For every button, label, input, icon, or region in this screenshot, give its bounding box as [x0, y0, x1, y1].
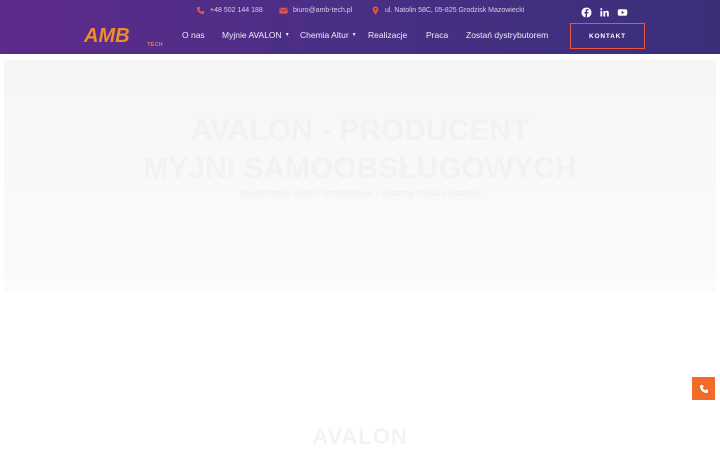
nav-item-label: Zostań dystrybutorem — [466, 30, 549, 40]
site-header: +48 502 144 188 biuro@amb-tech.pl ul. Na… — [0, 0, 720, 54]
facebook-icon[interactable] — [581, 7, 592, 18]
hero-title-line-2: MYJNI SAMOOBSŁUGOWYCH — [143, 152, 577, 185]
address-text: ul. Natolin 58C, 05-825 Grodzisk Mazowie… — [385, 7, 525, 14]
hero-title-line-1: AVALON - PRODUCENT — [190, 114, 530, 147]
nav-item-label: Myjnie AVALON — [222, 30, 282, 40]
location-pin-icon — [372, 6, 379, 15]
caret-down-icon: ▼ — [284, 32, 290, 38]
nav-item-chemia-altur[interactable]: Chemia Altur ▼ — [300, 30, 357, 40]
nav-item-label: Chemia Altur — [300, 30, 349, 40]
phone-icon — [196, 6, 205, 15]
contact-phone[interactable]: +48 502 144 188 — [196, 6, 263, 15]
nav-item-label: O nas — [182, 30, 205, 40]
nav-item-label: Praca — [426, 30, 449, 40]
phone-icon — [699, 384, 708, 393]
nav-item-label: Realizacje — [368, 30, 408, 40]
top-contact-bar: +48 502 144 188 biuro@amb-tech.pl ul. Na… — [0, 0, 720, 24]
site-logo[interactable]: AMB TECH — [84, 25, 166, 51]
nav-item-realizacje[interactable]: Realizacje — [368, 30, 407, 40]
nav-item-zostan-dystrybutorem[interactable]: Zostań dystrybutorem — [466, 30, 548, 40]
contact-address: ul. Natolin 58C, 05-825 Grodzisk Mazowie… — [371, 6, 524, 15]
nav-item-praca[interactable]: Praca — [426, 30, 448, 40]
nav-item-myjnie-avalon[interactable]: Myjnie AVALON ▼ — [222, 30, 290, 40]
youtube-icon[interactable] — [617, 7, 628, 18]
nav-item-o-nas[interactable]: O nas — [182, 30, 205, 40]
logo-sub-text: TECH — [147, 42, 163, 48]
hero-banner: AVALON - PRODUCENT MYJNI SAMOOBSŁUGOWYCH… — [4, 60, 716, 292]
logo-main-text: AMB — [84, 25, 130, 47]
floating-call-button[interactable] — [692, 377, 715, 400]
hero-subtitle: Nowoczesne myjnie bezdotykowe i systemy … — [239, 188, 481, 198]
kontakt-button[interactable]: KONTAKT — [570, 23, 645, 49]
contact-email[interactable]: biuro@amb-tech.pl — [279, 6, 352, 15]
mail-icon — [279, 7, 288, 14]
caret-down-icon: ▼ — [351, 32, 357, 38]
linkedin-icon[interactable] — [599, 7, 610, 18]
section-heading: AVALON — [312, 424, 408, 449]
email-text: biuro@amb-tech.pl — [293, 7, 353, 14]
phone-text: +48 502 144 188 — [210, 7, 263, 14]
